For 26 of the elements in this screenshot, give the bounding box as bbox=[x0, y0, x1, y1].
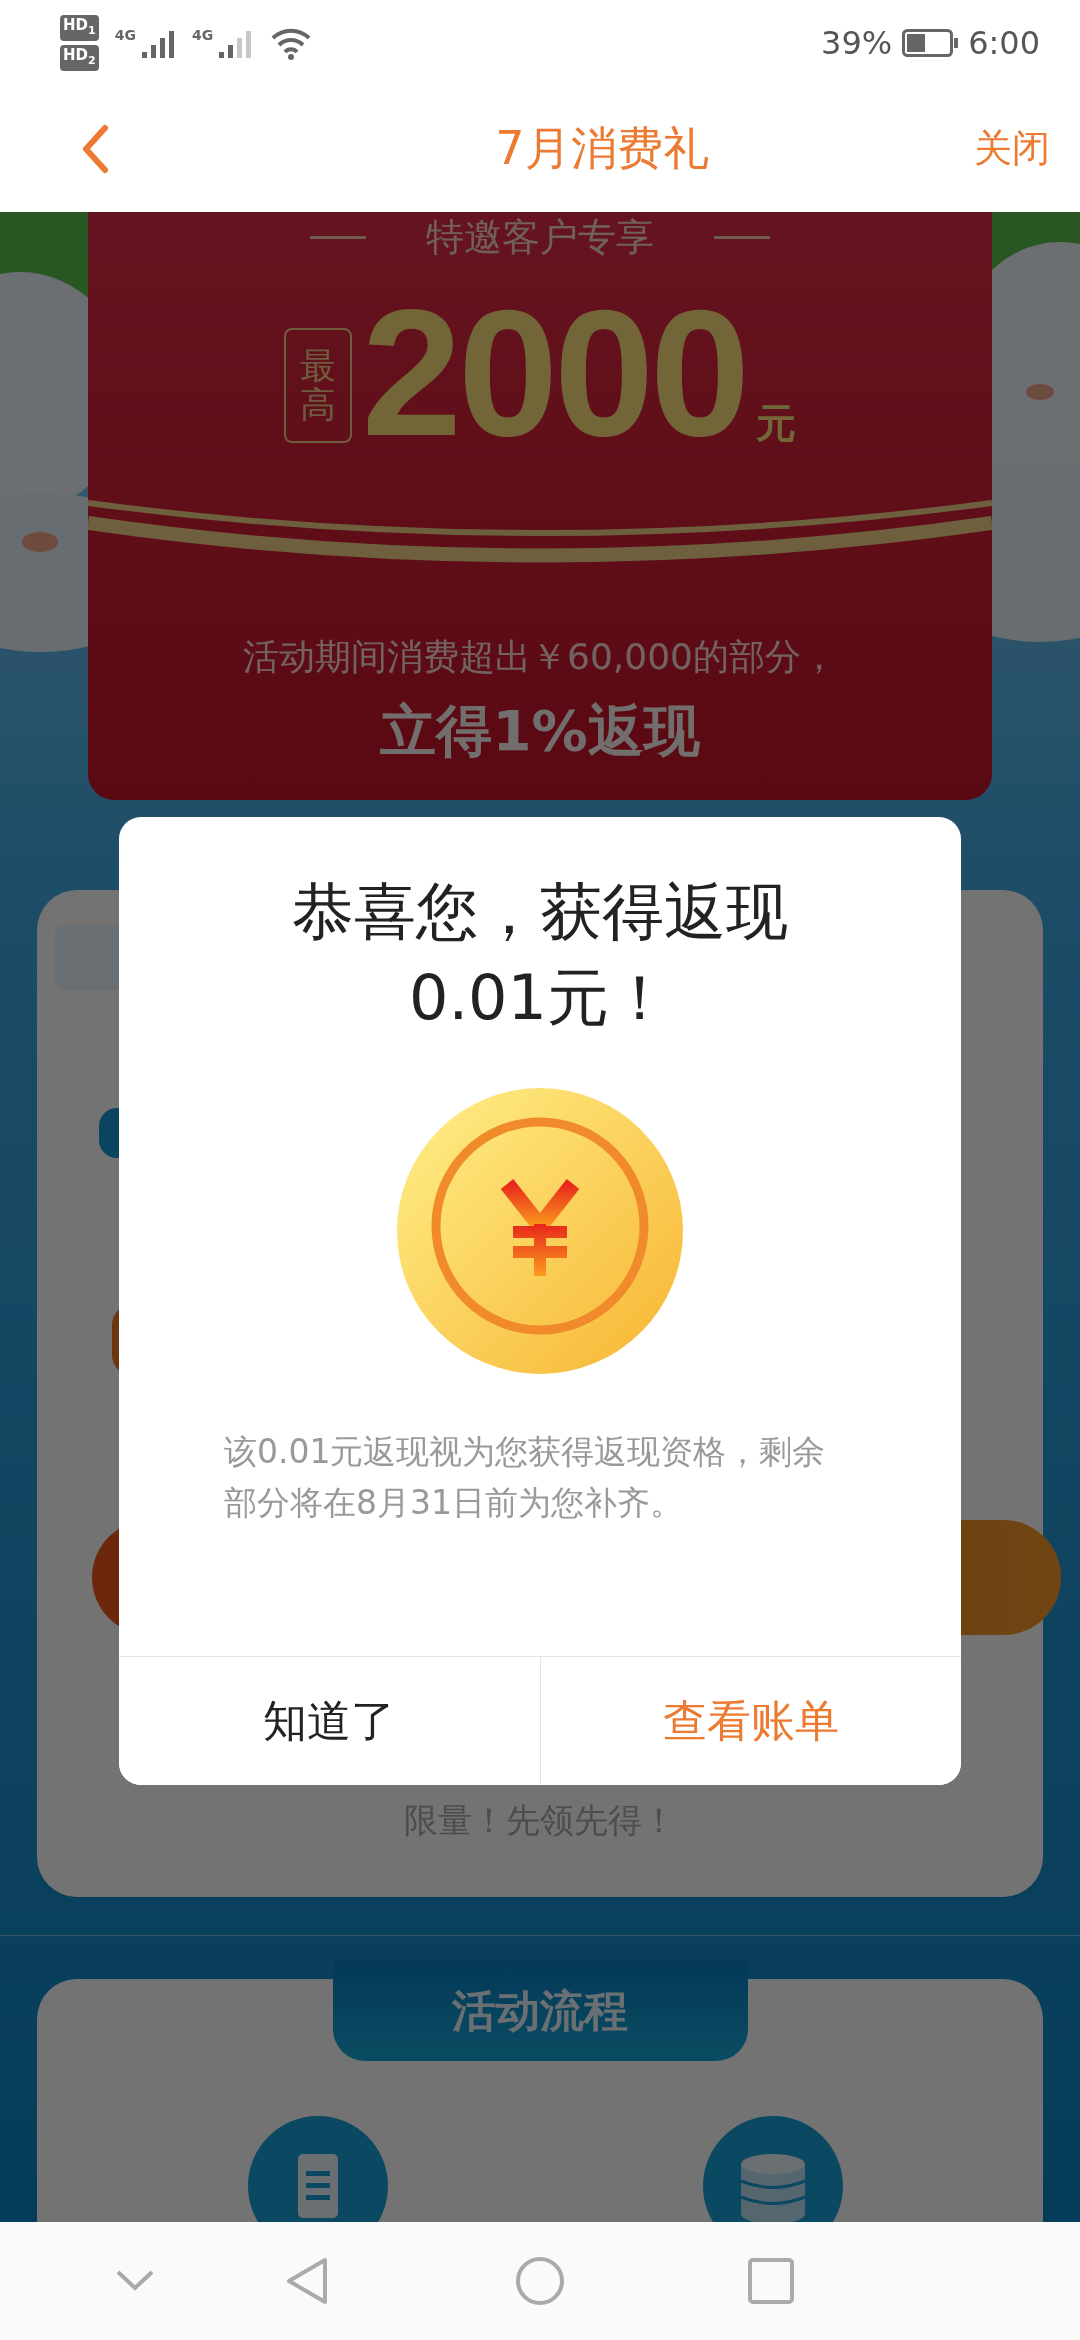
reward-text: 立得1%返现 bbox=[380, 697, 700, 765]
sim-badge: HD$_{1}$ bbox=[60, 14, 99, 41]
max-label: 最高 bbox=[283, 327, 352, 443]
network-label: 4G bbox=[191, 26, 214, 43]
max-amount: 2000 bbox=[361, 283, 747, 463]
back-nav-icon[interactable] bbox=[285, 2256, 329, 2306]
dialog-message: 该0.01元返现视为您获得返现资格，剩余部分将在8月31日前为您补齐。 bbox=[224, 1430, 827, 1524]
close-link[interactable]: 关闭 bbox=[974, 123, 1050, 174]
home-icon[interactable] bbox=[515, 2256, 565, 2306]
recents-icon[interactable] bbox=[748, 2258, 794, 2304]
dialog-title: 恭喜您，获得返现 bbox=[292, 875, 788, 950]
clock: 6:00 bbox=[968, 23, 1040, 62]
page-title: 7月消费礼 bbox=[495, 119, 709, 177]
section-title: 活动流程 bbox=[332, 1961, 748, 2061]
battery-icon bbox=[902, 28, 959, 57]
back-icon[interactable] bbox=[80, 123, 110, 174]
condition-text: 活动期间消费超出￥60,000的部分， bbox=[243, 635, 837, 679]
amount-unit: 元 bbox=[756, 399, 797, 448]
banner-subtitle: 特邀客户专享 bbox=[426, 214, 654, 261]
sim-badge: HD$_{2}$ bbox=[60, 44, 99, 71]
collapse-icon[interactable] bbox=[115, 2269, 155, 2293]
coin-icon bbox=[395, 1085, 685, 1376]
dialog-title: 0.01元！ bbox=[408, 961, 671, 1036]
view-bill-button[interactable]: 查看账单 bbox=[539, 1657, 961, 1785]
battery-percent: 39% bbox=[821, 23, 893, 62]
network-label: 4G bbox=[114, 26, 136, 43]
